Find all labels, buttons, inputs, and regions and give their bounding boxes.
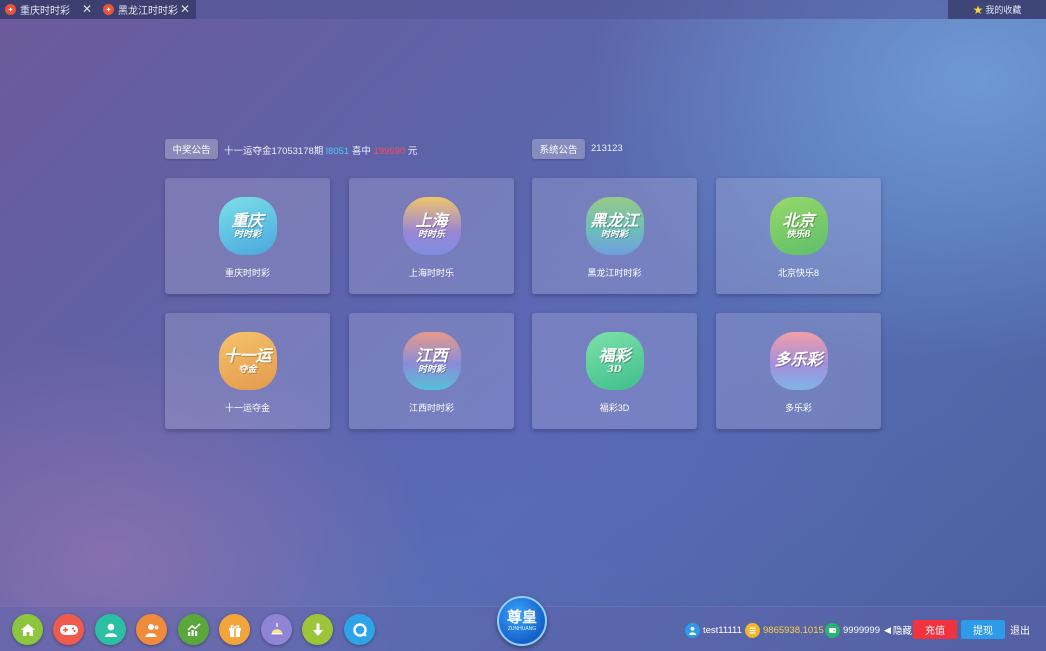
badge-title: 黑龙江 [590,210,639,230]
recharge-button[interactable]: 充值 [913,620,957,639]
badge-subtitle: 快乐8 [786,229,811,240]
game-card-shanghai[interactable]: 上海 时时乐 上海时时乐 [349,178,514,294]
trend-chart-icon[interactable] [178,614,209,645]
tab-heilongjiang[interactable]: ✦ 黑龙江时时彩 ✕ [98,0,196,19]
game-card-fc3d[interactable]: 福彩 3D 福彩3D [532,313,697,429]
win-notice-text: 十一运夺金17053178期 l8051 喜中 199590 元 [224,143,417,157]
user-icon[interactable] [95,614,126,645]
hide-label: 隐藏 [892,626,912,637]
favorites-button[interactable]: ★ 我的收藏 [948,0,1046,19]
duolecai-lottery-icon: 多乐彩 [769,332,828,390]
tab-label: 黑龙江时时彩 [118,6,178,17]
game-card-jiangxi[interactable]: 江西 时时彩 江西时时彩 [349,313,514,429]
game-card-beijing[interactable]: 北京 快乐8 北京快乐8 [716,178,881,294]
badge-subtitle: 夺金 [238,364,257,375]
system-notice-text: 213123 [591,143,623,154]
badge-title: 江西 [415,345,448,365]
balance-display: 9865938.1015 [745,622,824,638]
points-display: 9999999 [825,622,880,638]
11x5-lottery-icon: 十一运 夺金 [218,332,277,390]
tab-label: 重庆时时彩 [20,6,70,17]
username-display: test11111 [685,622,742,638]
chat-icon[interactable] [344,614,375,645]
username: test11111 [703,624,742,636]
badge-subtitle: 时时彩 [600,229,628,240]
badge-title: 北京 [782,210,815,230]
game-name: 上海时时乐 [408,268,454,278]
withdraw-button[interactable]: 提现 [961,620,1005,639]
game-name: 重庆时时彩 [224,268,270,278]
star-icon: ★ [972,2,984,17]
win-notice-suffix: 元 [407,146,418,157]
win-notice-prefix: 十一运夺金17053178期 [224,146,324,157]
user-avatar-icon [685,622,700,638]
gift-icon[interactable] [219,614,250,645]
jiangxi-lottery-icon: 江西 时时彩 [402,332,461,390]
win-notice-middle: 喜中 [351,146,371,157]
fc3d-lottery-icon: 福彩 3D [585,332,644,390]
logo-text: 尊皇 [506,608,537,626]
game-name: 江西时时彩 [408,403,454,413]
win-notice-issue: l8051 [325,146,350,157]
chongqing-lottery-icon: 重庆 时时彩 [218,197,277,255]
lamp-icon[interactable] [261,614,292,645]
agent-icon[interactable] [136,614,167,645]
lottery-logo-icon: ✦ [5,4,16,15]
game-card-duolecai[interactable]: 多乐彩 多乐彩 [716,313,881,429]
badge-title: 上海 [415,210,448,230]
game-name: 北京快乐8 [777,268,819,278]
badge-subtitle: 时时彩 [233,229,261,240]
game-name: 多乐彩 [784,403,812,413]
tab-chongqing[interactable]: ✦ 重庆时时彩 ✕ [0,0,98,19]
beijing-lottery-icon: 北京 快乐8 [769,197,828,255]
badge-title: 多乐彩 [774,350,823,369]
badge-title: 福彩 [598,345,631,365]
badge-subtitle: 时时乐 [417,229,445,240]
lottery-logo-icon: ✦ [103,4,114,15]
win-notice-button[interactable]: 中奖公告 [165,139,218,159]
home-icon[interactable] [12,614,43,645]
gamepad-icon[interactable] [53,614,84,645]
shanghai-lottery-icon: 上海 时时乐 [402,197,461,255]
points-amount: 9999999 [843,624,880,636]
caret-left-icon: ◀ [884,624,891,635]
close-icon[interactable]: ✕ [82,2,92,16]
game-name: 福彩3D [599,403,630,413]
badge-subtitle: 3D [607,364,622,375]
logo-subtext: ZUNHUANG [507,626,537,632]
hide-balance-toggle[interactable]: ◀ 隐藏 [884,622,912,638]
download-icon[interactable] [302,614,333,645]
balance-amount: 9865938.1015 [763,624,824,636]
brand-logo[interactable]: 尊皇 ZUNHUANG [497,596,547,646]
badge-title: 重庆 [231,210,264,230]
game-name: 十一运夺金 [224,403,270,413]
wallet-icon [825,622,840,638]
win-notice-amount: 199590 [373,146,406,157]
badge-subtitle: 时时彩 [417,364,445,375]
heilongjiang-lottery-icon: 黑龙江 时时彩 [585,197,644,255]
favorites-label: 我的收藏 [985,5,1022,15]
badge-title: 十一运 [223,345,272,365]
close-icon[interactable]: ✕ [180,2,190,16]
logout-button[interactable]: 退出 [1008,620,1032,639]
game-card-11x5[interactable]: 十一运 夺金 十一运夺金 [165,313,330,429]
system-notice-button[interactable]: 系统公告 [532,139,585,159]
coin-icon [745,622,760,638]
tab-bar: ✦ 重庆时时彩 ✕ ✦ 黑龙江时时彩 ✕ ★ 我的收藏 [0,0,1046,19]
game-name: 黑龙江时时彩 [587,268,642,278]
game-card-heilongjiang[interactable]: 黑龙江 时时彩 黑龙江时时彩 [532,178,697,294]
game-card-chongqing[interactable]: 重庆 时时彩 重庆时时彩 [165,178,330,294]
